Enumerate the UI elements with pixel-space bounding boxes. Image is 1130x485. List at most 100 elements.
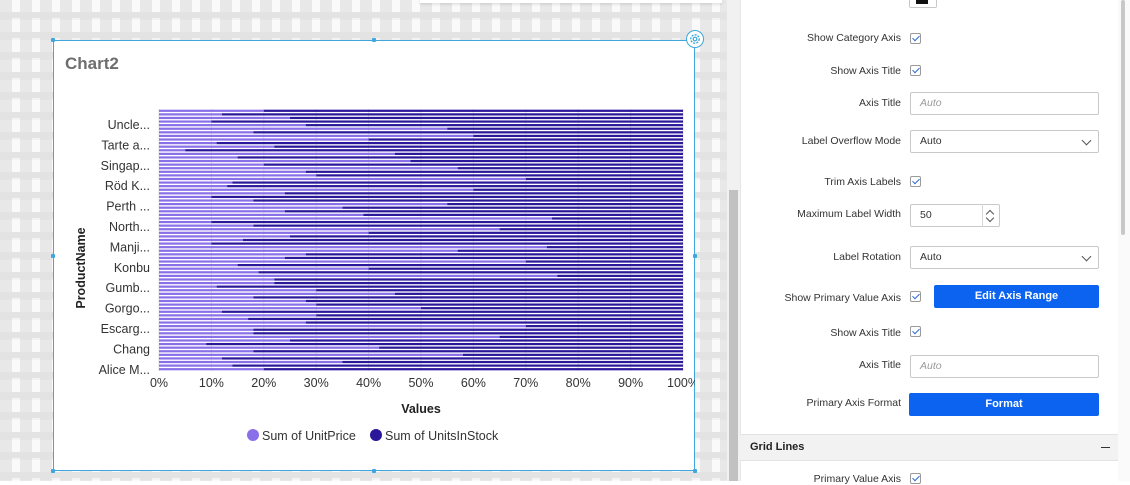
bar-unitprice[interactable] [159, 325, 526, 328]
bar-unitprice[interactable] [159, 159, 411, 163]
bar-unitsinstock[interactable] [211, 195, 683, 199]
bar-unitprice[interactable] [159, 321, 306, 324]
bar-unitprice[interactable] [159, 360, 343, 364]
panel-scrollbar-thumb[interactable] [1121, 0, 1125, 235]
bar-unitprice[interactable] [159, 228, 500, 231]
bar-unitprice[interactable] [159, 113, 222, 116]
bar-unitsinstock[interactable] [263, 109, 683, 112]
bar-unitprice[interactable] [159, 181, 233, 184]
bar-unitprice[interactable] [159, 206, 343, 209]
bar-unitprice[interactable] [159, 213, 364, 216]
bar-unitprice[interactable] [159, 210, 285, 213]
bar-unitprice[interactable] [159, 307, 421, 310]
bar-unitprice[interactable] [159, 328, 254, 331]
bar-unitprice[interactable] [159, 278, 275, 281]
bar-unitprice[interactable] [159, 131, 254, 134]
bar-unitsinstock[interactable] [253, 332, 683, 335]
bar-unitsinstock[interactable] [473, 134, 683, 138]
primary-value-axis-checkbox[interactable] [910, 473, 921, 484]
bar-unitsinstock[interactable] [253, 199, 683, 202]
bar-unitprice[interactable] [159, 264, 238, 267]
bar-unitprice[interactable] [159, 120, 212, 123]
bar-unitprice[interactable] [159, 292, 395, 295]
bar-unitsinstock[interactable] [227, 185, 683, 188]
bar-unitprice[interactable] [159, 127, 448, 130]
label-overflow-mode-dropdown[interactable]: Auto [910, 130, 1099, 153]
bar-unitprice[interactable] [159, 281, 275, 285]
bar-unitsinstock[interactable] [211, 242, 683, 245]
legend-label[interactable]: Sum of UnitPrice [262, 429, 356, 443]
bar-unitsinstock[interactable] [221, 113, 683, 116]
bar-unitsinstock[interactable] [379, 346, 683, 349]
bar-unitsinstock[interactable] [221, 310, 683, 313]
bar-unitsinstock[interactable] [263, 368, 683, 371]
bar-unitsinstock[interactable] [237, 156, 683, 159]
bar-unitsinstock[interactable] [216, 141, 683, 145]
bar-unitsinstock[interactable] [253, 350, 683, 353]
bar-unitsinstock[interactable] [305, 299, 683, 303]
bar-unitprice[interactable] [159, 289, 317, 292]
show-primary-value-axis-checkbox[interactable] [910, 291, 921, 302]
bar-unitsinstock[interactable] [457, 249, 683, 252]
bar-unitsinstock[interactable] [368, 138, 683, 141]
edit-axis-range-button[interactable]: Edit Axis Range [934, 285, 1099, 308]
bar-unitprice[interactable] [159, 235, 290, 238]
bar-unitprice[interactable] [159, 138, 369, 141]
format-button[interactable]: Format [909, 393, 1099, 416]
bar-unitprice[interactable] [159, 141, 217, 145]
bar-unitsinstock[interactable] [274, 281, 683, 285]
bar-unitsinstock[interactable] [316, 303, 683, 306]
bar-unitsinstock[interactable] [232, 181, 684, 184]
bar-unitsinstock[interactable] [525, 260, 683, 263]
bar-unitprice[interactable] [159, 145, 275, 148]
bar-unitprice[interactable] [159, 149, 186, 152]
bar-unitprice[interactable] [159, 368, 264, 371]
bar-unitsinstock[interactable] [211, 220, 683, 224]
maximum-label-width-stepper[interactable] [982, 204, 999, 227]
bar-unitprice[interactable] [159, 109, 264, 112]
bar-unitsinstock[interactable] [368, 231, 683, 234]
bar-unitsinstock[interactable] [274, 145, 683, 148]
bar-unitsinstock[interactable] [342, 360, 683, 364]
bar-unitsinstock[interactable] [290, 116, 683, 120]
bar-unitsinstock[interactable] [305, 253, 683, 256]
bar-unitprice[interactable] [159, 188, 474, 191]
bar-unitsinstock[interactable] [421, 307, 683, 310]
bar-unitprice[interactable] [159, 310, 222, 313]
trim-axis-labels-checkbox[interactable] [910, 176, 921, 187]
resize-handle-bottom-left[interactable] [51, 469, 55, 473]
bar-unitsinstock[interactable] [546, 246, 683, 249]
bar-unitsinstock[interactable] [253, 296, 683, 299]
resize-handle-top[interactable] [372, 38, 376, 42]
bar-unitsinstock[interactable] [263, 163, 683, 166]
bar-unitprice[interactable] [159, 152, 395, 155]
bar-unitprice[interactable] [159, 116, 290, 120]
bar-unitsinstock[interactable] [242, 238, 683, 242]
bar-unitsinstock[interactable] [316, 314, 683, 317]
bar-unitprice[interactable] [159, 299, 306, 303]
bar-unitprice[interactable] [159, 332, 254, 335]
bar-unitsinstock[interactable] [557, 274, 683, 278]
bar-unitsinstock[interactable] [284, 192, 683, 195]
bar-unitprice[interactable] [159, 163, 264, 166]
bar-unitprice[interactable] [159, 353, 463, 356]
bar-unitsinstock[interactable] [462, 353, 683, 356]
bar-unitsinstock[interactable] [221, 357, 683, 360]
bar-unitprice[interactable] [159, 271, 259, 274]
bar-unitsinstock[interactable] [305, 124, 683, 127]
bar-unitsinstock[interactable] [253, 224, 683, 227]
bar-unitprice[interactable] [159, 249, 458, 252]
bar-unitprice[interactable] [159, 260, 526, 263]
bar-unitprice[interactable] [159, 317, 249, 321]
bar-unitsinstock[interactable] [410, 159, 683, 163]
bar-unitsinstock[interactable] [525, 177, 683, 181]
bar-unitsinstock[interactable] [232, 364, 684, 367]
bar-unitprice[interactable] [159, 303, 317, 306]
bar-unitsinstock[interactable] [499, 335, 683, 339]
bar-unitsinstock[interactable] [274, 278, 683, 281]
axis-title-2-input[interactable]: Auto [910, 355, 1099, 378]
bar-unitsinstock[interactable] [447, 127, 683, 130]
bar-unitsinstock[interactable] [284, 256, 683, 260]
grid-lines-section-header[interactable]: Grid Lines [740, 434, 1118, 461]
bar-unitsinstock[interactable] [237, 264, 683, 267]
